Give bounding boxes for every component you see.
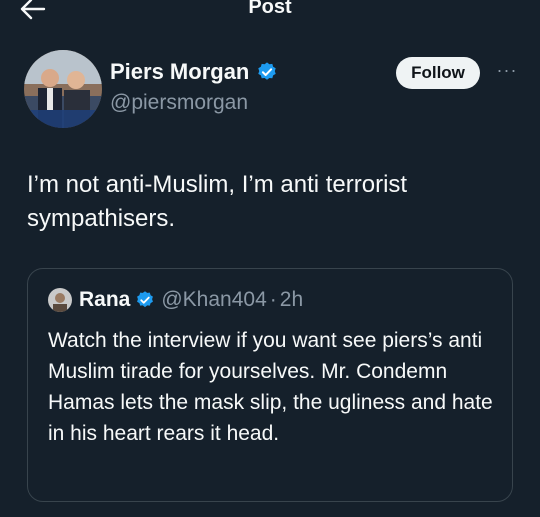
quote-timestamp[interactable]: 2h [280,288,303,312]
display-name[interactable]: Piers Morgan [110,59,249,85]
name-row: Piers Morgan [110,59,278,85]
quote-text: Watch the interview if you want see pier… [48,329,493,445]
page-title: Post [248,0,292,18]
more-options-icon[interactable]: ··· [492,58,522,82]
author-header: Piers Morgan @piersmorgan Follow ··· [24,50,524,130]
quoted-tweet[interactable]: Rana @Khan404 · 2h Watch the interview i… [27,268,513,502]
quote-header: Rana @Khan404 · 2h [48,288,303,312]
separator-dot: · [269,288,277,311]
verified-badge-icon [137,291,154,308]
top-bar: Post [0,0,540,24]
quote-handle[interactable]: @Khan404 [161,288,266,312]
tweet-text: I’m not anti-Muslim, I’m anti terrorist … [27,171,408,232]
quote-avatar[interactable] [48,288,72,312]
verified-badge-icon [258,62,277,80]
handle[interactable]: @piersmorgan [110,91,248,115]
avatar-photo [24,50,102,128]
quote-avatar-photo [48,288,72,312]
quote-display-name[interactable]: Rana [79,288,130,312]
follow-button[interactable]: Follow [396,57,480,89]
avatar[interactable] [24,50,102,128]
